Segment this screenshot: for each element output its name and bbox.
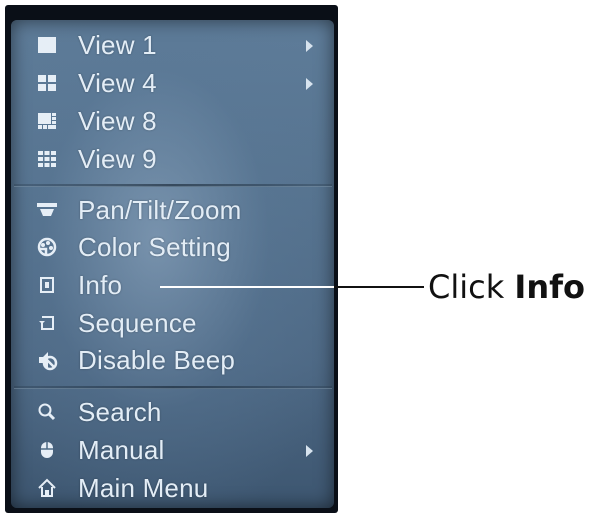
ptz-camera-icon <box>36 199 58 221</box>
callout-instruction: Click Info <box>428 268 585 306</box>
menu-item-pan-tilt-zoom[interactable]: Pan/Tilt/Zoom <box>36 192 316 228</box>
menu-divider <box>14 184 332 187</box>
menu-item-view-9[interactable]: View 9 <box>36 141 316 177</box>
menu-item-label: View 9 <box>78 143 157 174</box>
menu-item-label: Info <box>78 269 123 300</box>
menu-item-main-menu[interactable]: Main Menu <box>36 470 316 506</box>
menu-item-manual[interactable]: Manual <box>36 432 316 468</box>
menu-item-view-4[interactable]: View 4 <box>36 65 316 101</box>
menu-item-label: View 8 <box>78 105 157 136</box>
menu-item-label: Pan/Tilt/Zoom <box>78 194 242 225</box>
menu-item-label: View 4 <box>78 67 157 98</box>
menu-item-label: Sequence <box>78 307 197 338</box>
info-square-icon <box>36 274 58 296</box>
chevron-right-icon <box>306 445 313 457</box>
menu-item-label: Manual <box>78 434 165 465</box>
quad-grid-icon <box>36 72 58 94</box>
menu-item-disable-beep[interactable]: Disable Beep <box>36 342 316 378</box>
chevron-right-icon <box>306 40 313 52</box>
callout-target: Info <box>514 268 586 306</box>
menu-item-sequence[interactable]: Sequence <box>36 305 316 341</box>
palette-icon <box>36 236 58 258</box>
speaker-mute-icon <box>36 349 58 371</box>
home-icon <box>36 477 58 499</box>
eight-grid-icon <box>36 110 58 132</box>
chevron-right-icon <box>306 78 313 90</box>
menu-item-label: Main Menu <box>78 472 209 503</box>
callout-pointer-line-outer <box>334 286 424 288</box>
menu-item-label: Search <box>78 396 162 427</box>
menu-item-info[interactable]: Info <box>36 267 316 303</box>
search-icon <box>36 401 58 423</box>
menu-item-label: View 1 <box>78 29 157 60</box>
menu-divider <box>14 386 332 389</box>
menu-item-view-8[interactable]: View 8 <box>36 103 316 139</box>
callout-prefix: Click <box>428 268 515 306</box>
menu-item-search[interactable]: Search <box>36 394 316 430</box>
menu-item-label: Disable Beep <box>78 344 236 375</box>
single-screen-icon <box>36 34 58 56</box>
sequence-loop-icon <box>36 312 58 334</box>
menu-item-color-setting[interactable]: Color Setting <box>36 229 316 265</box>
mouse-icon <box>36 439 58 461</box>
menu-item-view-1[interactable]: View 1 <box>36 27 316 63</box>
nine-grid-icon <box>36 148 58 170</box>
menu-item-label: Color Setting <box>78 231 231 262</box>
screenshot-stage: View 1 View 4 View 8 View 9 Pan/Tilt/Zoo… <box>0 0 602 518</box>
